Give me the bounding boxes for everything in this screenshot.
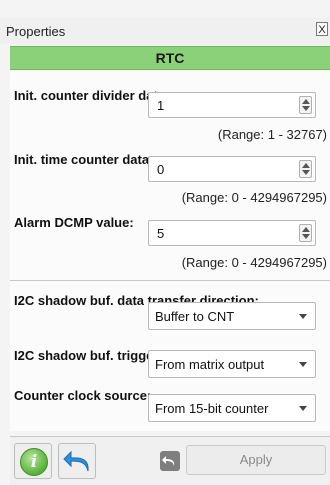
counter-divider-range: (Range: 1 - 32767): [217, 127, 327, 142]
spinner-arrows-icon[interactable]: [299, 96, 312, 114]
alarm-dcmp-value[interactable]: 5: [157, 226, 164, 241]
spinner-arrows-icon[interactable]: [299, 224, 312, 242]
counter-divider-value[interactable]: 1: [157, 98, 164, 113]
chevron-down-icon[interactable]: [299, 362, 307, 367]
section-title: RTC: [155, 50, 185, 66]
apply-label: Apply: [239, 452, 273, 467]
title-bar: Properties X: [0, 18, 330, 44]
spinner-arrows-icon[interactable]: [299, 160, 312, 178]
clock-source-value[interactable]: From 15-bit counter: [155, 401, 268, 416]
footer-toolbar: i Apply: [10, 436, 330, 485]
apply-button[interactable]: Apply: [186, 445, 326, 475]
time-counter-range: (Range: 0 - 4294967295): [181, 190, 327, 205]
clock-source-select[interactable]: From 15-bit counter: [148, 394, 316, 422]
counter-divider-input[interactable]: 1: [148, 92, 316, 118]
close-icon[interactable]: X: [316, 22, 328, 36]
counter-divider-label: Init. counter divider data:: [14, 88, 170, 103]
chevron-down-icon[interactable]: [299, 314, 307, 319]
alarm-dcmp-input[interactable]: 5: [148, 220, 316, 246]
clock-source-label: Counter clock source:: [14, 388, 152, 403]
time-counter-input[interactable]: 0: [148, 156, 316, 182]
transfer-direction-value[interactable]: Buffer to CNT: [155, 309, 234, 324]
time-counter-label: Init. time counter data:: [14, 152, 154, 167]
section-header: RTC: [10, 46, 330, 70]
revert-icon[interactable]: [160, 451, 180, 471]
info-button[interactable]: i: [14, 443, 52, 479]
properties-panel: Properties X RTC Init. counter divider d…: [0, 0, 330, 485]
trigger-source-select[interactable]: From matrix output: [148, 350, 316, 378]
alarm-dcmp-range: (Range: 0 - 4294967295): [181, 255, 327, 270]
info-icon: i: [20, 448, 48, 476]
time-counter-value[interactable]: 0: [157, 162, 164, 177]
transfer-direction-select[interactable]: Buffer to CNT: [148, 302, 316, 330]
chevron-down-icon[interactable]: [299, 406, 307, 411]
undo-button[interactable]: [58, 443, 96, 479]
undo-icon: [63, 450, 89, 472]
window-title: Properties: [6, 24, 66, 39]
trigger-source-value[interactable]: From matrix output: [155, 357, 264, 372]
divider: [10, 280, 330, 281]
alarm-dcmp-label: Alarm DCMP value:: [14, 215, 134, 230]
